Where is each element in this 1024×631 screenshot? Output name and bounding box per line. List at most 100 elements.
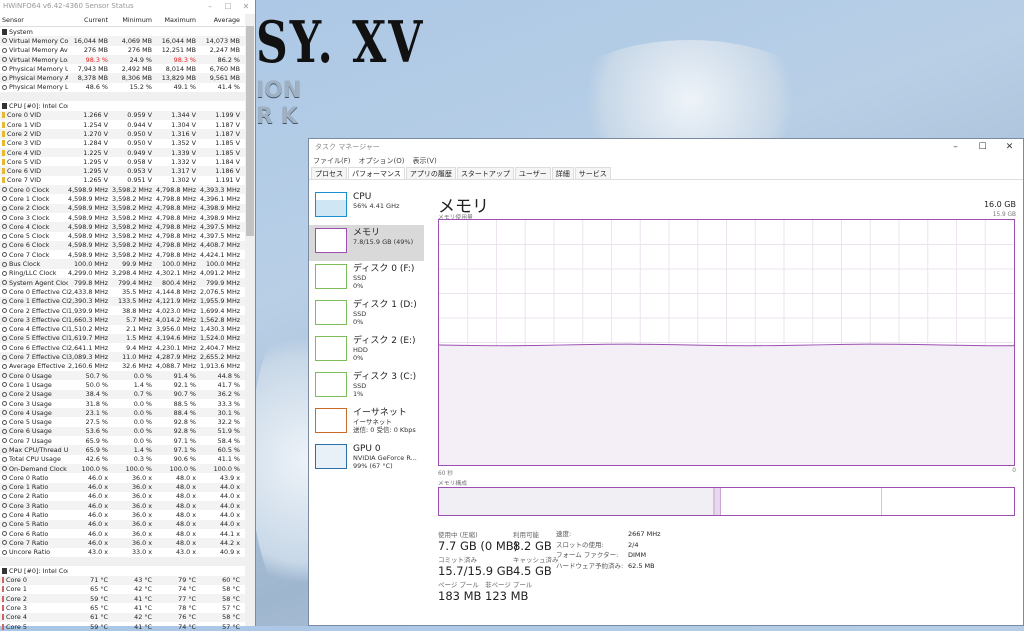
table-row[interactable]: Core 4 VID 1.225 V 0.949 V 1.339 V 1.185 V xyxy=(0,147,245,158)
table-row[interactable]: Physical Memory Load 48.6 % 15.2 % 49.1 % 41… xyxy=(0,83,245,92)
table-row[interactable]: Bus Clock 100.0 MHz 99.9 MHz 100.0 MHz 100.0… xyxy=(0,259,245,269)
table-row[interactable]: Virtual Memory Com... 16,044 MB 4,069 MB 16… xyxy=(0,36,245,46)
table-row[interactable]: Core 3 65 °C 41 °C 78 °C 57 °C xyxy=(0,603,245,612)
table-row[interactable]: Virtual Memory Avai... 276 MB 276 MB 12,251… xyxy=(0,46,245,55)
table-row[interactable]: Total CPU Usage 42.6 % 0.3 % 90.6 % 41.1 % xyxy=(0,455,245,464)
sidebar-item[interactable]: CPU 56% 4.41 GHz xyxy=(309,189,424,225)
scrollbar[interactable] xyxy=(245,14,255,626)
table-row[interactable]: Core 2 Clock 4,598.9 MHz 3,598.2 MHz 4,798.… xyxy=(0,203,245,213)
sensor-group-row[interactable]: CPU [#0]: Intel Cor... xyxy=(0,101,245,110)
table-row[interactable]: Core 5 Effective Clock1,619.7 MHz 1.5 MHz… xyxy=(0,333,245,344)
table-row[interactable]: Core 7 Effective Clock3,089.3 MHz 11.0 MH… xyxy=(0,352,245,362)
table-row[interactable]: Core 4 Effective Clock1,510.2 MHz 2.1 MHz… xyxy=(0,325,245,334)
column-header-sensor[interactable]: Sensor xyxy=(0,16,68,24)
table-row[interactable]: Core 6 VID 1.295 V 0.953 V 1.317 V 1.186 V xyxy=(0,166,245,176)
table-row[interactable]: Core 0 Usage 50.7 % 0.0 % 91.4 % 44.8 % xyxy=(0,370,245,381)
table-row[interactable]: Core 5 VID 1.295 V 0.958 V 1.332 V 1.184 V xyxy=(0,157,245,166)
table-row[interactable]: Core 3 Ratio 46.0 x 36.0 x 48.0 x 44.0 x xyxy=(0,501,245,511)
scrollbar-thumb[interactable] xyxy=(246,26,254,236)
table-row[interactable]: Core 4 61 °C 42 °C 76 °C 58 °C xyxy=(0,612,245,622)
table-row[interactable]: Core 6 Effective Clock2,641.1 MHz 9.4 MHz… xyxy=(0,343,245,352)
minimize-button[interactable]: – xyxy=(201,2,219,11)
tab-2[interactable]: アプリの履歴 xyxy=(405,167,456,179)
table-row[interactable]: Core 3 VID 1.284 V 0.950 V 1.352 V 1.185 V xyxy=(0,139,245,148)
table-row[interactable]: On-Demand Clock ... 100.0 % 100.0 % 100.0 %… xyxy=(0,463,245,474)
table-row[interactable]: Core 4 Ratio 46.0 x 36.0 x 48.0 x 44.0 x xyxy=(0,510,245,519)
sidebar-item[interactable]: イーサネット イーサネット 送信: 0 受信: 0 Kbps xyxy=(309,405,424,441)
taskmgr-titlebar[interactable]: タスク マネージャー – ☐ ✕ xyxy=(309,139,1023,155)
table-row[interactable]: Core 0 71 °C 43 °C 79 °C 60 °C xyxy=(0,575,245,585)
table-row[interactable]: Core 1 Effective Clock2,390.3 MHz 133.5 M… xyxy=(0,296,245,306)
property-value: 2/4 xyxy=(628,540,639,549)
table-row[interactable]: Core 5 Usage 27.5 % 0.0 % 92.8 % 32.2 % xyxy=(0,417,245,426)
maximize-button[interactable]: ☐ xyxy=(969,142,996,152)
table-row[interactable]: Physical Memory Av... 8,378 MB 8,306 MB 13,… xyxy=(0,73,245,83)
table-row[interactable]: Core 3 Usage 31.8 % 0.0 % 88.5 % 33.3 % xyxy=(0,399,245,408)
table-row[interactable]: Core 1 Clock 4,598.9 MHz 3,598.2 MHz 4,798.… xyxy=(0,194,245,203)
table-row[interactable]: Core 4 Clock 4,598.9 MHz 3,598.2 MHz 4,798.… xyxy=(0,222,245,232)
tab-5[interactable]: 詳細 xyxy=(551,167,574,179)
sidebar-item[interactable]: メモリ 7.8/15.9 GB (49%) xyxy=(309,225,424,261)
table-row[interactable]: Core 2 Effective Clock1,939.9 MHz 38.8 MH… xyxy=(0,306,245,315)
table-row[interactable]: Core 0 VID 1.266 V 0.959 V 1.344 V 1.199 V xyxy=(0,110,245,120)
table-row[interactable]: Core 3 Effective Clock1,660.3 MHz 5.7 MHz… xyxy=(0,315,245,325)
table-row[interactable]: Core 6 Usage 53.6 % 0.0 % 92.8 % 51.9 % xyxy=(0,426,245,437)
sensor-group-row[interactable]: CPU [#0]: Intel Cor... xyxy=(0,566,245,575)
table-row[interactable]: Core 2 Ratio 46.0 x 36.0 x 48.0 x 44.0 x xyxy=(0,492,245,501)
table-row[interactable]: Core 7 Usage 65.9 % 0.0 % 97.1 % 58.4 % xyxy=(0,436,245,445)
column-header-current[interactable]: Current xyxy=(68,16,112,24)
tab-1[interactable]: パフォーマンス xyxy=(348,167,405,179)
table-row[interactable]: Uncore Ratio 43.0 x 33.0 x 43.0 x 40.9 x xyxy=(0,548,245,557)
table-row[interactable]: Physical Memory Used 7,943 MB 2,492 MB 8,01… xyxy=(0,64,245,73)
column-header-maximum[interactable]: Maximum xyxy=(156,16,200,24)
tab-0[interactable]: プロセス xyxy=(311,167,347,179)
sensor-group-row[interactable]: System xyxy=(0,27,245,36)
table-row[interactable]: Core 6 Clock 4,598.9 MHz 3,598.2 MHz 4,798.… xyxy=(0,240,245,251)
sidebar-item[interactable]: GPU 0 NVIDIA GeForce R... 99% (67 °C) xyxy=(309,441,424,477)
table-row[interactable]: Core 1 Usage 50.0 % 1.4 % 92.1 % 41.7 % xyxy=(0,380,245,389)
menu-file[interactable]: ファイル(F) xyxy=(313,156,351,166)
table-row[interactable]: Core 3 Clock 4,598.9 MHz 3,598.2 MHz 4,798.… xyxy=(0,213,245,222)
close-button[interactable]: ✕ xyxy=(237,2,255,11)
table-row[interactable]: Core 7 VID 1.265 V 0.951 V 1.302 V 1.191 V xyxy=(0,176,245,185)
table-row[interactable]: Core 7 Clock 4,598.9 MHz 3,598.2 MHz 4,798.… xyxy=(0,250,245,259)
voltage-icon xyxy=(2,112,5,119)
table-row[interactable]: Ring/LLC Clock 4,299.0 MHz 3,298.4 MHz 4,30… xyxy=(0,269,245,278)
table-row[interactable]: Core 2 VID 1.270 V 0.950 V 1.316 V 1.187 V xyxy=(0,129,245,139)
maximize-button[interactable]: ☐ xyxy=(219,2,237,11)
maximum-value: 1.339 V xyxy=(171,148,196,157)
menu-options[interactable]: オプション(O) xyxy=(359,156,405,166)
close-button[interactable]: ✕ xyxy=(996,142,1023,152)
tab-3[interactable]: スタートアップ xyxy=(456,167,514,179)
sidebar-item[interactable]: ディスク 3 (C:) SSD 1% xyxy=(309,369,424,405)
table-row[interactable]: Virtual Memory Load 98.3 % 24.9 % 98.3 % 86.… xyxy=(0,54,245,65)
table-row[interactable]: Core 2 59 °C 41 °C 77 °C 58 °C xyxy=(0,594,245,604)
table-row[interactable]: Core 1 VID 1.254 V 0.944 V 1.304 V 1.187 V xyxy=(0,120,245,129)
table-row[interactable]: Core 5 Clock 4,598.9 MHz 3,598.2 MHz 4,798.… xyxy=(0,232,245,241)
minimum-value: 0.951 V xyxy=(127,176,152,185)
table-row[interactable]: Core 5 59 °C 41 °C 74 °C 57 °C xyxy=(0,622,245,631)
table-row[interactable]: Core 1 65 °C 42 °C 74 °C 58 °C xyxy=(0,585,245,594)
table-row[interactable]: Core 5 Ratio 46.0 x 36.0 x 48.0 x 44.0 x xyxy=(0,519,245,530)
table-row[interactable]: Core 0 Clock 4,598.9 MHz 3,598.2 MHz 4,798.… xyxy=(0,185,245,195)
tab-6[interactable]: サービス xyxy=(574,167,611,179)
table-row[interactable]: Max CPU/Thread U... 65.9 % 1.4 % 97.1 % 60.5… xyxy=(0,445,245,455)
table-row[interactable]: Core 4 Usage 23.1 % 0.0 % 88.4 % 30.1 % xyxy=(0,408,245,418)
sidebar-item[interactable]: ディスク 2 (E:) HDD 0% xyxy=(309,333,424,369)
table-row[interactable]: Core 6 Ratio 46.0 x 36.0 x 48.0 x 44.1 x xyxy=(0,529,245,538)
hwinfo-titlebar[interactable]: HWiNFO64 v6.42-4360 Sensor Status – ☐ ✕ xyxy=(0,0,255,12)
column-header-minimum[interactable]: Minimum xyxy=(112,16,156,24)
table-row[interactable]: Core 0 Effective Clock2,433.8 MHz 35.5 MH… xyxy=(0,287,245,296)
table-row[interactable]: Core 7 Ratio 46.0 x 36.0 x 48.0 x 44.2 x xyxy=(0,538,245,548)
table-row[interactable]: Core 2 Usage 38.4 % 0.7 % 90.7 % 36.2 % xyxy=(0,389,245,399)
sidebar-item[interactable]: ディスク 1 (D:) SSD 0% xyxy=(309,297,424,333)
table-row[interactable]: Core 0 Ratio 46.0 x 36.0 x 48.0 x 43.9 x xyxy=(0,473,245,482)
table-row[interactable]: System Agent Clock 799.8 MHz 799.4 MHz 800.… xyxy=(0,278,245,288)
sidebar-item[interactable]: ディスク 0 (F:) SSD 0% xyxy=(309,261,424,297)
tab-4[interactable]: ユーザー xyxy=(514,167,551,179)
menu-view[interactable]: 表示(V) xyxy=(412,156,436,166)
table-row[interactable]: Core 1 Ratio 46.0 x 36.0 x 48.0 x 44.0 x xyxy=(0,482,245,492)
table-row[interactable]: Average Effective ... 2,160.6 MHz 32.6 MHz… xyxy=(0,362,245,371)
minimize-button[interactable]: – xyxy=(942,142,969,152)
column-header-average[interactable]: Average xyxy=(200,16,244,24)
